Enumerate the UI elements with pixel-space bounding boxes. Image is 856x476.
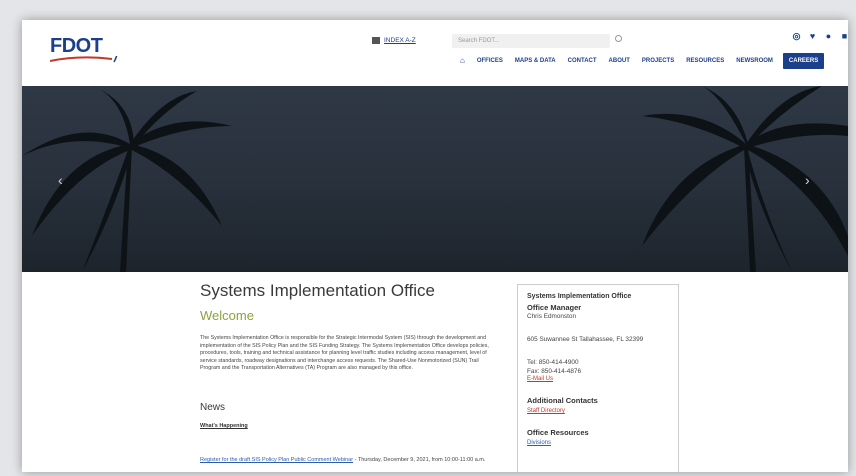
index-a-z-link[interactable]: INDEX A-Z bbox=[372, 37, 416, 44]
nav-about[interactable]: ABOUT bbox=[603, 53, 636, 69]
nav-resources[interactable]: RESOURCES bbox=[680, 53, 730, 69]
divisions-link[interactable]: Divisions bbox=[527, 440, 669, 446]
page-title: Systems Implementation Office bbox=[200, 281, 435, 300]
sidebar-address: 605 Suwannee St Tallahassee, FL 32399 bbox=[527, 336, 644, 343]
nav-contact[interactable]: CONTACT bbox=[562, 53, 603, 69]
twitter-icon[interactable]: ♥ bbox=[808, 32, 817, 41]
news-item: Register for the draft SIS Policy Plan P… bbox=[200, 457, 510, 465]
carousel-prev-arrow-icon[interactable]: ‹ bbox=[58, 172, 63, 188]
instagram-icon[interactable]: ◎ bbox=[792, 32, 801, 41]
whats-happening-link[interactable]: What's Happening bbox=[200, 423, 248, 429]
site-header: FDOT INDEX A-Z Search FDOT... ◎ ♥ ● ■ ⌂ … bbox=[22, 20, 848, 86]
fdot-logo[interactable]: FDOT bbox=[50, 34, 118, 63]
hero-carousel: ‹ › bbox=[22, 86, 848, 272]
webinar-link[interactable]: Register for the draft SIS Policy Plan P… bbox=[200, 457, 353, 463]
sidebar-office-title: Systems Implementation Office bbox=[527, 293, 632, 300]
browser-page: FDOT INDEX A-Z Search FDOT... ◎ ♥ ● ■ ⌂ … bbox=[22, 20, 848, 472]
facebook-icon[interactable]: ● bbox=[824, 32, 833, 41]
email-us-link[interactable]: E-Mail Us bbox=[527, 376, 669, 382]
nav-careers[interactable]: CAREERS bbox=[782, 53, 825, 69]
welcome-heading: Welcome bbox=[200, 308, 254, 323]
additional-contacts-heading: Additional Contacts bbox=[527, 396, 598, 405]
palm-trees-image bbox=[22, 86, 848, 272]
home-icon[interactable]: ⌂ bbox=[454, 53, 471, 69]
sidebar-manager-name: Chris Edmonston bbox=[527, 313, 577, 320]
carousel-next-arrow-icon[interactable]: › bbox=[805, 172, 810, 188]
staff-directory-link[interactable]: Staff Directory bbox=[527, 408, 669, 414]
index-icon bbox=[372, 37, 380, 44]
contact-sidebar: Systems Implementation Office Office Man… bbox=[517, 284, 679, 472]
main-content: Systems Implementation Office Welcome Th… bbox=[22, 272, 848, 472]
search-icon[interactable] bbox=[615, 35, 622, 42]
social-links: ◎ ♥ ● ■ bbox=[792, 32, 848, 41]
main-nav: ⌂ OFFICES MAPS & DATA CONTACT ABOUT PROJ… bbox=[454, 53, 825, 69]
sidebar-role: Office Manager bbox=[527, 303, 582, 312]
nav-offices[interactable]: OFFICES bbox=[471, 53, 509, 69]
news-item-detail: - Thursday, December 9, 2021, from 10:00… bbox=[353, 457, 486, 463]
logo-swoosh-icon bbox=[50, 56, 118, 63]
nav-maps-data[interactable]: MAPS & DATA bbox=[509, 53, 562, 69]
office-resources-heading: Office Resources bbox=[527, 428, 589, 437]
intro-paragraph: The Systems Implementation Office is res… bbox=[200, 335, 489, 372]
news-heading: News bbox=[200, 402, 226, 413]
nav-newsroom[interactable]: NEWSROOM bbox=[730, 53, 779, 69]
nav-projects[interactable]: PROJECTS bbox=[636, 53, 680, 69]
search-input[interactable]: Search FDOT... bbox=[452, 34, 610, 48]
sidebar-fax: Fax: 850-414-4876 bbox=[527, 368, 582, 375]
sidebar-tel: Tel: 850-414-4900 bbox=[527, 359, 579, 366]
youtube-icon[interactable]: ■ bbox=[840, 32, 848, 41]
